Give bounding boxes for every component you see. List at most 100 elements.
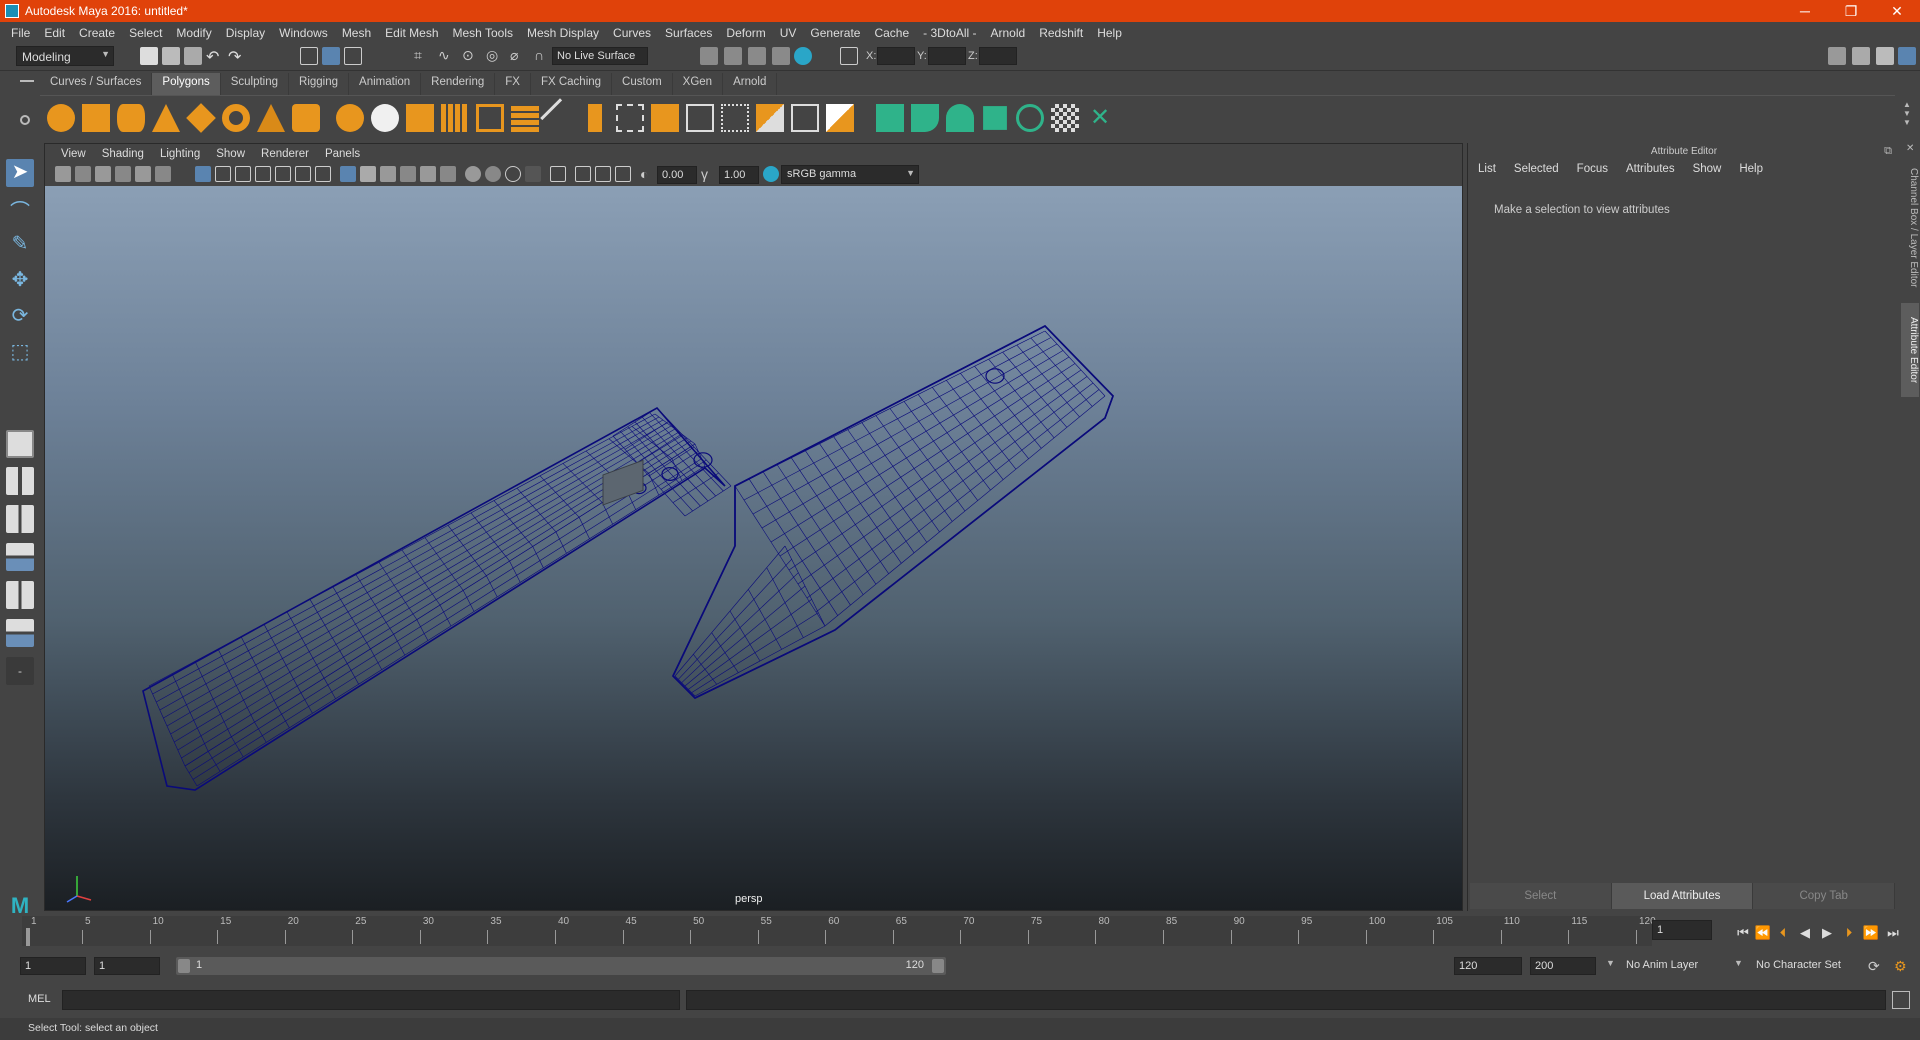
color-space-dropdown[interactable]: sRGB gamma ▼ — [781, 165, 919, 184]
safe-action-icon[interactable] — [295, 166, 311, 182]
textured-icon[interactable] — [400, 166, 416, 182]
step-back-key-icon[interactable]: ⏪ — [1754, 924, 1772, 942]
menu-display[interactable]: Display — [219, 26, 272, 40]
anti-aliasing-icon[interactable] — [505, 166, 521, 182]
shelf-tab-xgen[interactable]: XGen — [672, 73, 724, 95]
isolate-select-icon[interactable] — [550, 166, 566, 182]
menu-create[interactable]: Create — [72, 26, 122, 40]
grid-icon[interactable] — [195, 166, 211, 182]
camera-attributes-icon[interactable] — [75, 166, 91, 182]
smooth-icon[interactable] — [441, 104, 469, 132]
attribute-editor-toggle-icon[interactable] — [1876, 47, 1894, 65]
bridge-icon[interactable] — [616, 104, 644, 132]
ambient-occlusion-icon[interactable] — [465, 166, 481, 182]
persp-trax-icon[interactable] — [6, 619, 34, 647]
menu-surfaces[interactable]: Surfaces — [658, 26, 719, 40]
gamma-field[interactable]: 1.00 — [719, 166, 759, 184]
float-panel-icon[interactable]: ⧉ — [1884, 145, 1892, 158]
attr-menu-help[interactable]: Help — [1739, 163, 1772, 175]
panel-menu-show[interactable]: Show — [208, 148, 253, 160]
menu-deform[interactable]: Deform — [719, 26, 772, 40]
tab-attribute-editor[interactable]: Attribute Editor — [1901, 303, 1919, 397]
end-time-field[interactable]: 200 — [1530, 957, 1596, 975]
attr-menu-list[interactable]: List — [1478, 163, 1505, 175]
panel-menu-panels[interactable]: Panels — [317, 148, 368, 160]
outliner-persp-icon[interactable] — [6, 581, 34, 609]
step-back-frame-icon[interactable]: ⏴ — [1774, 924, 1792, 942]
character-set-dropdown[interactable]: No Character Set — [1752, 957, 1864, 975]
menu-generate[interactable]: Generate — [803, 26, 867, 40]
menu-uv[interactable]: UV — [773, 26, 804, 40]
sew-uv-icon[interactable]: ✕ — [1086, 104, 1114, 132]
make-live-icon[interactable]: ⌀ — [510, 47, 528, 65]
tab-channel-box-layer-editor[interactable]: Channel Box / Layer Editor — [1901, 157, 1919, 299]
xray-components-icon[interactable] — [615, 166, 631, 182]
chevron-down-icon[interactable]: ▼ — [1734, 958, 1743, 968]
select-by-object-icon[interactable] — [322, 47, 340, 65]
persp-outliner-icon[interactable] — [6, 505, 34, 533]
shelf-tab-fx[interactable]: FX — [495, 73, 531, 95]
snap-view-plane-icon[interactable]: ◎ — [486, 47, 504, 65]
separate-icon[interactable] — [371, 104, 399, 132]
snap-curve-icon[interactable]: ∿ — [438, 47, 456, 65]
xray-joints-icon[interactable] — [595, 166, 611, 182]
shelf-settings-icon[interactable] — [20, 115, 30, 125]
chevron-down-icon[interactable]: ▼ — [1606, 958, 1615, 968]
transform-mode-icon[interactable] — [840, 47, 858, 65]
menu-modify[interactable]: Modify — [169, 26, 218, 40]
wireframe-on-shaded-icon[interactable] — [380, 166, 396, 182]
select-button[interactable]: Select — [1470, 883, 1612, 909]
poly-cone-icon[interactable] — [152, 104, 180, 132]
grease-pencil-icon[interactable] — [155, 166, 171, 182]
anim-layer-dropdown[interactable]: No Anim Layer — [1622, 957, 1736, 975]
field-chart-icon[interactable] — [275, 166, 291, 182]
attr-menu-focus[interactable]: Focus — [1577, 163, 1617, 175]
load-attributes-button[interactable]: Load Attributes — [1611, 883, 1754, 909]
select-tool-icon[interactable]: ➤ — [6, 159, 34, 187]
shelf-tab-rendering[interactable]: Rendering — [421, 73, 496, 95]
y-field[interactable] — [928, 47, 966, 65]
open-scene-icon[interactable] — [162, 47, 180, 65]
close-button[interactable]: ✕ — [1874, 3, 1920, 20]
panel-menu-lighting[interactable]: Lighting — [152, 148, 208, 160]
menu-mesh-display[interactable]: Mesh Display — [520, 26, 606, 40]
menu-select[interactable]: Select — [122, 26, 169, 40]
range-end-handle[interactable] — [932, 959, 944, 973]
scale-tool-icon[interactable]: ⬚ — [6, 339, 34, 367]
exposure-field[interactable]: 0.00 — [657, 166, 697, 184]
poly-pyramid-icon[interactable] — [257, 104, 285, 132]
panel-menu-renderer[interactable]: Renderer — [253, 148, 317, 160]
planar-mapping-icon[interactable] — [876, 104, 904, 132]
lasso-tool-icon[interactable]: ⌒ — [6, 195, 34, 223]
command-input[interactable] — [62, 990, 680, 1010]
play-forwards-icon[interactable]: ▶ — [1818, 924, 1836, 942]
magnet-icon[interactable]: ∩ — [534, 47, 552, 65]
rotate-tool-icon[interactable]: ⟳ — [6, 303, 34, 331]
attr-menu-attributes[interactable]: Attributes — [1626, 163, 1684, 175]
current-time-indicator[interactable] — [26, 928, 30, 946]
start-time-field[interactable]: 1 — [20, 957, 86, 975]
menu-arnold[interactable]: Arnold — [984, 26, 1033, 40]
copy-tab-button[interactable]: Copy Tab — [1753, 883, 1896, 909]
motion-blur-icon[interactable] — [485, 166, 501, 182]
range-slider[interactable]: 1 120 — [176, 957, 946, 975]
restore-button[interactable]: ❐ — [1828, 3, 1874, 20]
move-tool-icon[interactable]: ✥ — [6, 267, 34, 295]
menu-mesh[interactable]: Mesh — [335, 26, 378, 40]
playback-end-field[interactable]: 120 — [1454, 957, 1522, 975]
camera-icon[interactable] — [55, 166, 71, 182]
menu-edit[interactable]: Edit — [37, 26, 72, 40]
poly-torus-icon[interactable] — [222, 104, 250, 132]
exposure-icon[interactable]: ◐ — [640, 166, 656, 182]
spherical-mapping-icon[interactable] — [946, 104, 974, 132]
cylindrical-mapping-icon[interactable] — [911, 104, 939, 132]
shelf-tab-rigging[interactable]: Rigging — [289, 73, 350, 95]
poly-sphere-icon[interactable] — [47, 104, 75, 132]
shelf-tab-animation[interactable]: Animation — [349, 73, 422, 95]
checker-icon[interactable] — [1051, 104, 1079, 132]
undo-icon[interactable]: ↶ — [206, 47, 224, 66]
range-start-handle[interactable] — [178, 959, 190, 973]
smooth-shade-icon[interactable] — [360, 166, 376, 182]
boolean-icon[interactable] — [511, 104, 539, 132]
single-perspective-view-icon[interactable] — [6, 430, 34, 458]
